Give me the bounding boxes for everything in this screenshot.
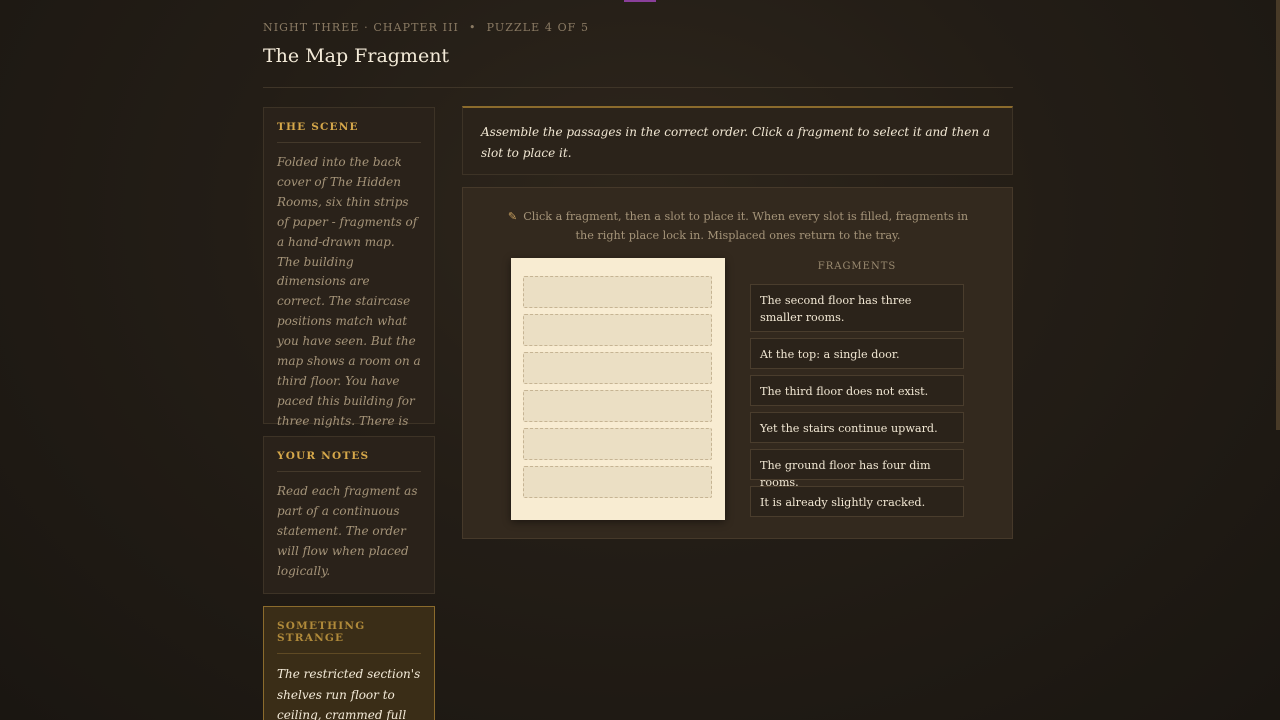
map-slot-1[interactable]: [523, 276, 712, 308]
breadcrumb-separator: •: [468, 21, 477, 34]
strange-text: The restricted section's shelves run flo…: [277, 667, 421, 720]
strange-heading: SOMETHING STRANGE: [277, 620, 421, 654]
hint-text: ✎ Click a fragment, then a slot to place …: [503, 207, 973, 245]
something-strange-card: SOMETHING STRANGE The restricted section…: [263, 606, 435, 720]
fragment-tray: The second floor has three smaller rooms…: [750, 284, 964, 523]
map-slot-4[interactable]: [523, 390, 712, 422]
fragment-1[interactable]: The second floor has three smaller rooms…: [750, 284, 964, 332]
notes-card: YOUR NOTES Read each fragment as part of…: [263, 436, 435, 594]
map-slot-2[interactable]: [523, 314, 712, 346]
scene-card: THE SCENE Folded into the back cover of …: [263, 107, 435, 448]
map-slot-6[interactable]: [523, 466, 712, 498]
header-divider: [263, 87, 1013, 88]
chapter-label: NIGHT THREE · CHAPTER III: [263, 21, 459, 34]
page-title: The Map Fragment: [263, 45, 450, 67]
map-slot-3[interactable]: [523, 352, 712, 384]
hint-label: Click a fragment, then a slot to place i…: [523, 210, 969, 242]
fragment-4[interactable]: Yet the stairs continue upward.: [750, 412, 964, 443]
tray-label: FRAGMENTS: [817, 261, 897, 272]
notes-heading: YOUR NOTES: [277, 450, 421, 472]
notes-text: Read each fragment as part of a continuo…: [277, 484, 418, 578]
pen-icon: ✎: [507, 210, 518, 223]
map-paper: [511, 258, 725, 520]
fragment-2[interactable]: At the top: a single door.: [750, 338, 964, 369]
scene-heading: THE SCENE: [277, 121, 421, 143]
scrollbar[interactable]: [1276, 0, 1280, 430]
instruction-panel: Assemble the passages in the correct ord…: [462, 106, 1013, 175]
breadcrumb: NIGHT THREE · CHAPTER III • PUZZLE 4 OF 5: [263, 21, 589, 34]
puzzle-board: ✎ Click a fragment, then a slot to place …: [462, 187, 1013, 539]
map-slot-5[interactable]: [523, 428, 712, 460]
scene-text: Folded into the back cover of The Hidden…: [277, 155, 421, 448]
fragment-3[interactable]: The third floor does not exist.: [750, 375, 964, 406]
fragment-5[interactable]: The ground floor has four dim rooms.: [750, 449, 964, 489]
top-accent-bar: [624, 0, 656, 2]
puzzle-count: PUZZLE 4 OF 5: [486, 21, 590, 34]
